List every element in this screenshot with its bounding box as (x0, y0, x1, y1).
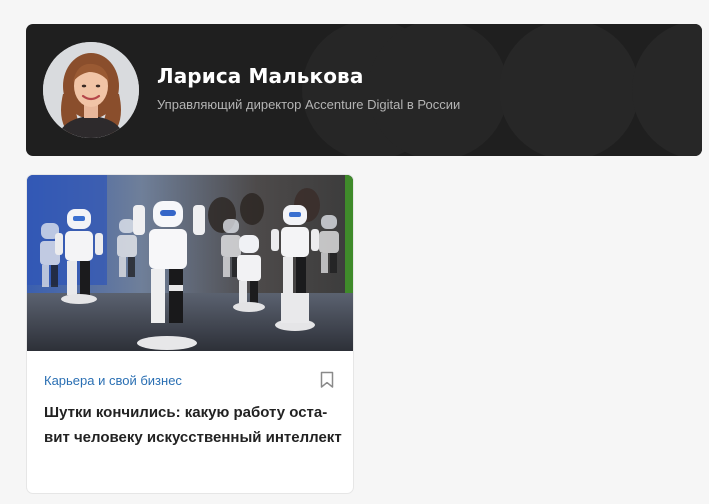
author-banner: Лариса Малькова Управляющий директор Acc… (26, 24, 702, 156)
article-card[interactable]: Карьера и свой бизнес Шутки кончились: к… (26, 174, 354, 494)
article-title-line: Шутки кончились: какую работу оста- (44, 404, 328, 421)
author-name[interactable]: Лариса Малькова (157, 64, 363, 88)
author-role: Управляющий директор Accenture Digital в… (157, 97, 461, 112)
bookmark-icon[interactable] (320, 371, 334, 389)
robots-photo (27, 175, 353, 351)
article-title-link[interactable]: Шутки кончились: какую работу оста- вит … (44, 400, 344, 450)
article-title-line: вит человеку искусственный интеллект (44, 429, 342, 446)
article-category-link[interactable]: Карьера и свой бизнес (44, 373, 182, 388)
article-image[interactable] (27, 175, 353, 351)
avatar[interactable] (43, 42, 139, 138)
avatar-photo (43, 42, 139, 138)
page: Лариса Малькова Управляющий директор Acc… (0, 0, 709, 504)
